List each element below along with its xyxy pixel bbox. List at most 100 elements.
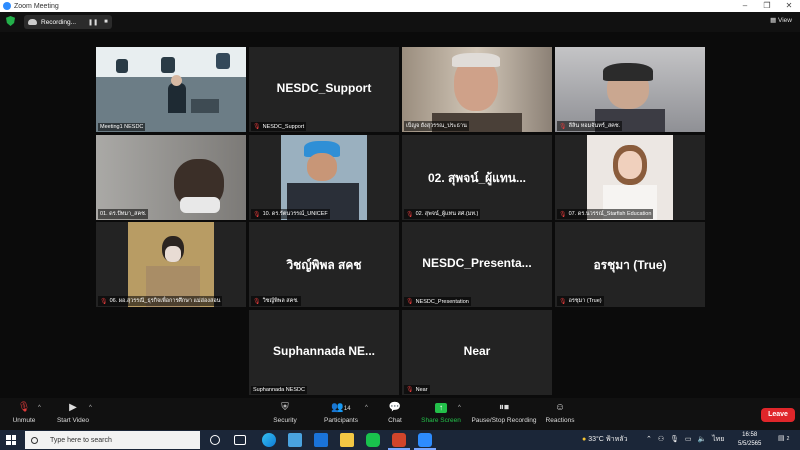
view-button[interactable]: ▦ View [770,16,792,24]
participant-name-label: 🎙 ลีลิน หอมจันทร์_สคช. [557,121,623,131]
powerpoint-icon[interactable] [392,433,406,447]
input-language[interactable]: ไทย [712,436,724,443]
video-tile[interactable]: 🎙 07. ดร.นวรรณ์_Starfish Education [555,135,705,220]
video-tile[interactable]: 🎙 ลีลิน หอมจันทร์_สคช. [555,47,705,132]
participant-name-label: 🎙 อรชุมา (True) [557,296,604,306]
tray-expand-icon[interactable]: ⌃ [646,436,652,443]
pause-recording-button[interactable]: ❚❚ [88,19,98,26]
person-face [618,151,642,179]
network-icon[interactable]: ▭ [685,436,692,443]
store-icon[interactable] [288,433,302,447]
taskbar-search-input[interactable]: Type here to search [25,431,200,449]
participant-name-label: 🎙 NESDC_Presentation [404,297,471,306]
microphone-tray-icon[interactable]: 🎙 [670,436,679,443]
muted-mic-icon: 🎙 [559,123,567,130]
cortana-icon[interactable] [210,435,220,445]
pause-stop-recording-button[interactable]: ⏸⏹ Pause/Stop Recording [470,402,538,424]
security-button[interactable]: ⛨ Security [270,402,300,424]
weather-sun-icon: ● [582,436,587,443]
reactions-button[interactable]: ☺ Reactions [543,402,577,424]
emoji-icon: ☺ [554,402,566,413]
share-screen-button[interactable]: ↑ Share Screen [421,402,461,424]
muted-mic-icon: 🎙 [559,298,567,305]
chair [116,59,128,73]
line-app-icon[interactable] [366,433,380,447]
person [168,83,186,113]
participant-big-name: Suphannada NE... [272,344,375,358]
search-placeholder: Type here to search [50,436,112,444]
clock-date: 5/5/2565 [738,441,762,447]
volume-icon[interactable]: 🔈 [697,436,706,443]
notification-center[interactable]: ▤ 2 [778,434,789,442]
participant-name-label: Meeting1 NESDC [98,123,146,131]
participant-big-name: อรชุมา (True) [593,258,667,272]
search-icon [31,436,38,444]
participant-name-label: 🎙 Near [404,385,430,394]
participants-count: 14 [343,406,351,412]
video-tile[interactable]: Suphannada NE... Suphannada NESDC [249,310,399,395]
file-explorer-icon[interactable] [340,433,354,447]
weather-text: 33°C ฟ้าหลัว [588,436,628,443]
participants-caret-icon[interactable]: ^ [365,405,368,411]
muted-mic-icon: 🎙 [406,299,414,305]
video-tile[interactable]: 🎙 06. ผอ.สุวรรณี_ธุรกิจเพื่อการศึกษา แม่ฮ… [96,222,246,307]
muted-mic-icon: 🎙 [406,387,414,393]
weather-widget[interactable]: ● 33°C ฟ้าหลัว [582,434,628,445]
participant-name-label: 🎙 10. ดร.รัตนวรรณ์_UNICEF [251,209,330,219]
video-options-caret-icon[interactable]: ^ [89,405,92,411]
stop-recording-button[interactable]: ■ [104,19,108,25]
notification-icon: ▤ [778,435,785,442]
window-titlebar: Zoom Meeting – ❐ ✕ [0,0,800,12]
minimize-button[interactable]: – [734,0,756,12]
video-tile[interactable]: 02. สุพจน์_ผู้แทน... 🎙 02. สุพจน์_ผู้แทน … [402,135,552,220]
participants-icon: 👥14 [331,402,351,413]
leave-button[interactable]: Leave [761,408,795,422]
system-tray: ⌃ ⚇ 🎙 ▭ 🔈 ไทย [646,434,724,445]
participants-button[interactable]: 👥14 Participants [321,402,361,424]
muted-mic-icon: 🎙 [559,211,567,218]
participant-name-label: เบ็ญจ ยังสุวรรณ_ประธาน [404,121,469,131]
chat-button[interactable]: 💬 Chat [383,402,407,424]
close-button[interactable]: ✕ [778,0,800,12]
maximize-button[interactable]: ❐ [756,0,778,12]
people-icon[interactable]: ⚇ [658,436,664,443]
taskbar-clock[interactable]: 16:58 5/5/2565 [738,431,761,449]
pause-stop-recording-label: Pause/Stop Recording [471,417,537,424]
mail-icon[interactable] [314,433,328,447]
window-title: Zoom Meeting [14,2,59,10]
video-tile[interactable]: Near 🎙 Near [402,310,552,395]
task-view-icon[interactable] [234,435,246,445]
face-mask [165,246,181,262]
video-tile[interactable]: Meeting1 NESDC [96,47,246,132]
unmute-button[interactable]: 🎙 Unmute [10,402,38,424]
windows-start-icon[interactable] [6,435,16,445]
muted-mic-icon: 🎙 [100,298,108,305]
video-tile[interactable]: NESDC_Support 🎙 NESDC_Support [249,47,399,132]
share-options-caret-icon[interactable]: ^ [458,405,461,411]
unmute-label: Unmute [12,417,36,424]
video-tile[interactable]: อรชุมา (True) 🎙 อรชุมา (True) [555,222,705,307]
edge-browser-icon[interactable] [262,433,276,447]
muted-mic-icon: 🎙 [253,211,261,218]
chat-label: Chat [388,417,402,424]
zoom-logo-icon [3,2,11,10]
video-tile[interactable]: เบ็ญจ ยังสุวรรณ_ประธาน [402,47,552,132]
pause-stop-icon: ⏸⏹ [499,402,509,413]
shield-icon: ⛨ [281,402,289,413]
video-tile[interactable]: NESDC_Presenta... 🎙 NESDC_Presentation [402,222,552,307]
participant-big-name: Near [463,344,491,358]
chat-icon: 💬 [388,402,402,413]
participant-name-label: 🎙 NESDC_Support [251,122,307,131]
video-tile-active-speaker[interactable]: 01. ดร.ปัทมา_สคช. [96,135,246,220]
notification-count: 2 [786,436,790,442]
meeting-top-bar [0,12,800,32]
muted-mic-icon: 🎙 [406,211,414,218]
audio-options-caret-icon[interactable]: ^ [38,405,41,411]
monitor [191,99,219,113]
video-tile[interactable]: 🎙 10. ดร.รัตนวรรณ์_UNICEF [249,135,399,220]
zoom-app-icon[interactable] [418,433,432,447]
share-screen-label: Share Screen [421,417,461,424]
participant-name-label: 🎙 วิชญ์พิพล สคช. [251,296,301,306]
video-tile[interactable]: วิชญ์พิพล สคช 🎙 วิชญ์พิพล สคช. [249,222,399,307]
start-video-button[interactable]: ▶ Start Video [54,402,92,424]
